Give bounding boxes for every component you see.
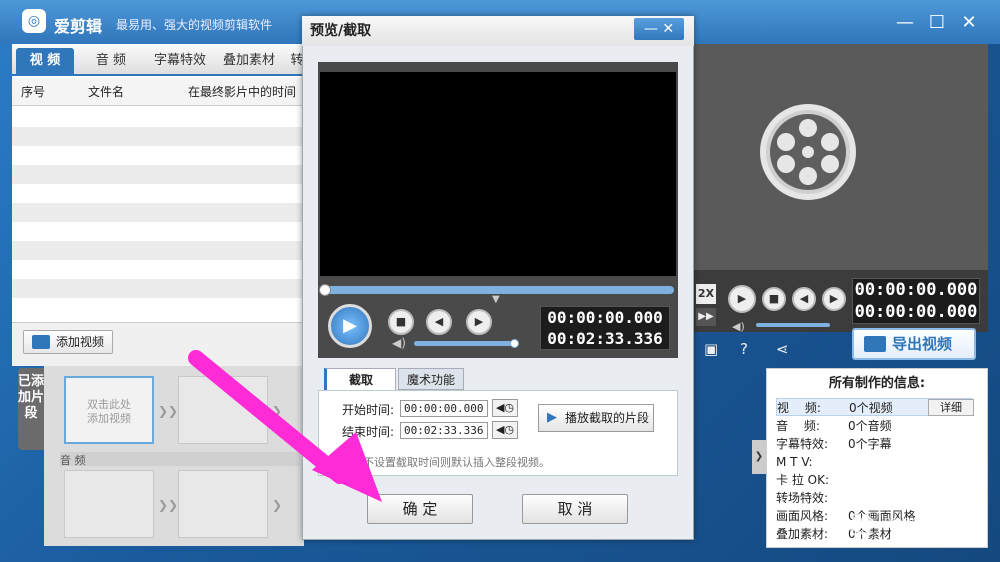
arrow-shaft xyxy=(188,350,348,484)
annotation-arrow xyxy=(188,350,382,502)
arrow-head xyxy=(312,432,382,502)
